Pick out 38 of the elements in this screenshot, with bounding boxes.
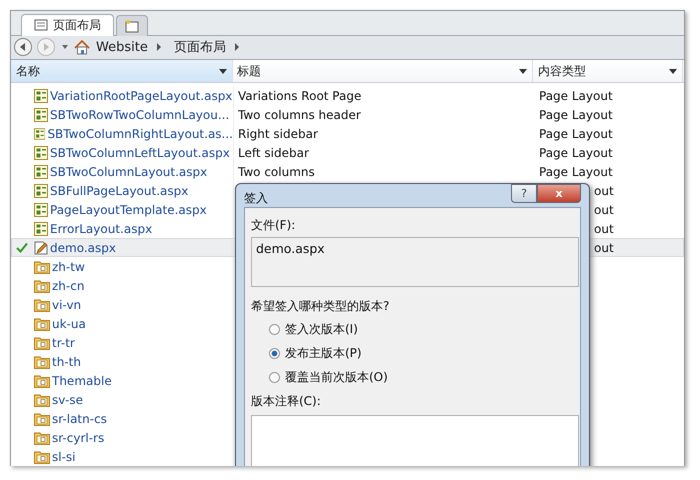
title-text: Two columns xyxy=(238,164,315,178)
file-name: sr-cyrl-rs xyxy=(52,430,104,444)
file-name: uk-ua xyxy=(52,316,86,330)
content-type-text: Page Layout xyxy=(539,126,613,140)
dialog-title: 签入 xyxy=(244,190,268,207)
file-name: sv-se xyxy=(52,392,83,406)
content-type-text: Page Layout xyxy=(539,146,613,160)
title-text: Left sidebar xyxy=(238,146,309,160)
file-name: vi-vn xyxy=(52,298,82,312)
file-name: sr-latn-cs xyxy=(52,412,107,426)
file-name: Themable xyxy=(52,374,112,388)
content-type-text: Page Layout xyxy=(539,164,613,178)
content-type-text: Page Layout xyxy=(539,88,613,102)
file-name: demo.aspx xyxy=(50,240,116,254)
file-name: SBTwoColumnRightLayout.as... xyxy=(47,126,233,140)
file-name: sl-si xyxy=(52,450,76,464)
file-name: zh-tw xyxy=(52,260,85,274)
content-type-text: out xyxy=(594,202,614,216)
file-name: SBFullPageLayout.aspx xyxy=(50,184,188,198)
content-type-text: Page Layout xyxy=(539,108,613,122)
comment-label: 版本注释(C): xyxy=(251,393,321,410)
title-text: Right sidebar xyxy=(238,126,318,140)
file-name: SBTwoColumnLeftLayout.aspx xyxy=(50,146,230,160)
file-name: SBTwoColumnLayout.aspx xyxy=(50,164,208,178)
title-text: Two columns header xyxy=(238,108,361,122)
content-type-text: out xyxy=(594,184,614,198)
file-name: PageLayoutTemplate.aspx xyxy=(50,202,207,216)
file-name: VariationRootPageLayout.aspx xyxy=(50,88,232,102)
question-text: 希望签入哪种类型的版本? xyxy=(251,298,390,315)
file-name: tr-tr xyxy=(52,336,75,350)
file-label: 文件(F): xyxy=(251,217,296,234)
title-text: Variations Root Page xyxy=(238,88,362,102)
file-name: zh-cn xyxy=(52,278,84,292)
content-type-text: out xyxy=(594,240,614,254)
content-type-text: out xyxy=(594,222,614,236)
file-name: SBTwoRowTwoColumnLayou... xyxy=(50,108,230,122)
file-name: ErrorLayout.aspx xyxy=(50,222,152,236)
file-name: th-th xyxy=(52,354,81,368)
